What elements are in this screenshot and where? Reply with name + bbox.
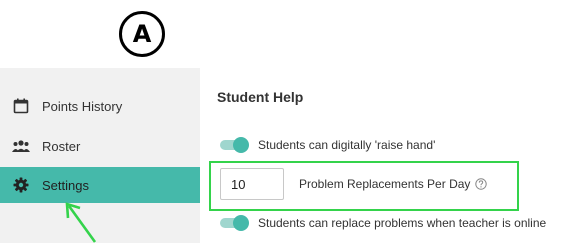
question-circle-icon[interactable] [475,178,488,190]
sidebar-item-points-history[interactable]: Points History [0,88,200,124]
replace-problems-label: Students can replace problems when teach… [258,216,547,230]
toggle-knob [233,137,249,153]
toggle-switch[interactable] [218,137,250,153]
replace-problems-toggle[interactable]: Students can replace problems when teach… [218,215,546,231]
calendar-icon [12,97,30,115]
screenshot: A Points History Roster Settings Student… [0,0,578,243]
step-marker-letter: A [132,20,152,48]
replacements-label-group: Problem Replacements Per Day [299,177,488,191]
gear-icon [12,176,30,194]
sidebar-item-roster[interactable]: Roster [0,128,200,164]
raise-hand-label: Students can digitally 'raise hand' [258,138,436,152]
pointer-arrow [65,202,97,243]
sidebar-item-label: Roster [42,138,81,154]
sidebar-item-label: Points History [42,98,123,114]
toggle-switch[interactable] [218,215,250,231]
section-title: Student Help [217,89,304,105]
sidebar-item-label: Settings [42,177,89,193]
people-icon [12,137,30,155]
step-marker: A [119,11,165,57]
toggle-knob [233,215,249,231]
replacements-label: Problem Replacements Per Day [299,177,471,191]
replacements-per-day-input[interactable] [220,168,284,200]
raise-hand-toggle[interactable]: Students can digitally 'raise hand' [218,137,435,153]
